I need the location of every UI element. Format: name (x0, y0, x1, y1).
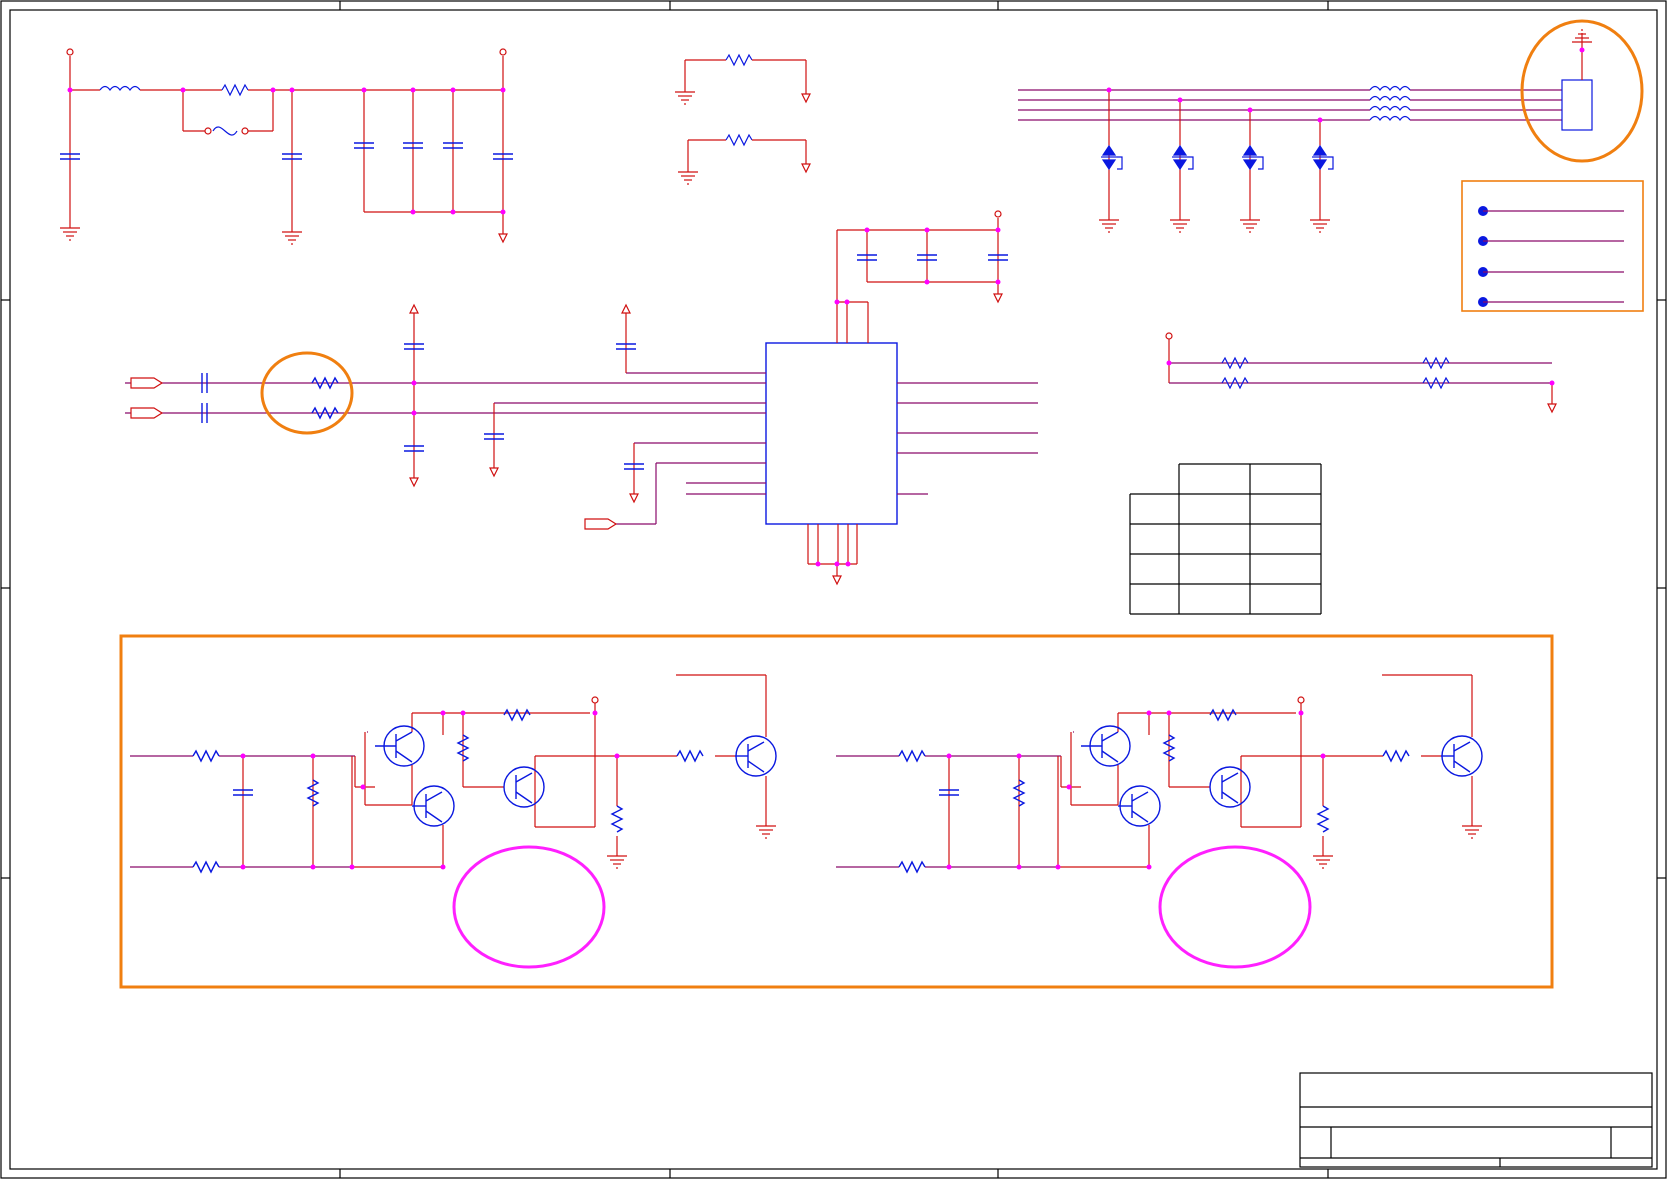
junction-dot (844, 299, 850, 305)
junction-dot (1106, 87, 1112, 93)
junction-dot (270, 87, 276, 93)
junction-dot (924, 227, 930, 233)
sheet-frame (0, 0, 1667, 1179)
junction-dot (1016, 864, 1022, 870)
junction-dot (995, 279, 1001, 285)
junction-dot (440, 864, 446, 870)
schematic-sheet (0, 0, 1667, 1179)
junction-dot (240, 864, 246, 870)
driver-section-highlight (119, 634, 1554, 989)
highlight-ellipse-resistors (260, 351, 354, 435)
junction-dot (834, 561, 840, 567)
ground-symbols (59, 227, 303, 245)
junction-dot (1146, 710, 1152, 716)
junction-dot (440, 710, 446, 716)
resistor-network (1165, 332, 1557, 414)
junction-dot (1317, 117, 1323, 123)
junction-dot (1166, 710, 1172, 716)
junction-dot (411, 410, 417, 416)
junction-dot (410, 209, 416, 215)
junction-dot (946, 753, 952, 759)
junction-dot (500, 209, 506, 215)
junction-dot (411, 380, 417, 386)
input-capacitors (60, 142, 513, 160)
junction-dot (1146, 864, 1152, 870)
connector-esd-protection (1018, 29, 1593, 233)
junction-dot (310, 864, 316, 870)
junction-dot (67, 87, 73, 93)
junction-dot (1549, 380, 1555, 386)
junction-dot (845, 561, 851, 567)
junction-dot (834, 299, 840, 305)
supply-ports (66, 48, 508, 244)
junction-dot (1320, 753, 1326, 759)
junction-dots (67, 47, 1585, 870)
junction-dot (450, 87, 456, 93)
junction-dot (361, 87, 367, 93)
power-input-filter (69, 56, 504, 234)
junction-dot (180, 87, 186, 93)
junction-dot (1247, 107, 1253, 113)
junction-dot (592, 710, 598, 716)
junction-dot (924, 279, 930, 285)
junction-dot (1298, 710, 1304, 716)
junction-dot (240, 753, 246, 759)
junction-dot (349, 864, 355, 870)
junction-dot (450, 209, 456, 215)
junction-dot (815, 561, 821, 567)
ic-body (765, 342, 898, 525)
junction-dot (410, 87, 416, 93)
junction-dot (1177, 97, 1183, 103)
pull-down-resistors (674, 53, 811, 185)
junction-dot (1016, 753, 1022, 759)
junction-dot (1166, 360, 1172, 366)
junction-dot (289, 87, 295, 93)
junction-dot (614, 753, 620, 759)
highlight-markers (260, 19, 1644, 435)
junction-dot (360, 784, 366, 790)
transistor-driver-left (130, 674, 777, 969)
junction-dot (1579, 47, 1585, 53)
junction-dot (500, 87, 506, 93)
legend-box (1461, 180, 1644, 312)
title-block (1299, 1072, 1653, 1168)
junction-dot (995, 227, 1001, 233)
junction-dot (310, 753, 316, 759)
junction-dot (1055, 864, 1061, 870)
junction-dot (460, 710, 466, 716)
config-table (1129, 463, 1322, 615)
junction-dot (946, 864, 952, 870)
junction-dot (864, 227, 870, 233)
transistor-driver-right (836, 675, 1482, 967)
junction-dot (1066, 784, 1072, 790)
highlight-ellipse-left (452, 845, 606, 969)
